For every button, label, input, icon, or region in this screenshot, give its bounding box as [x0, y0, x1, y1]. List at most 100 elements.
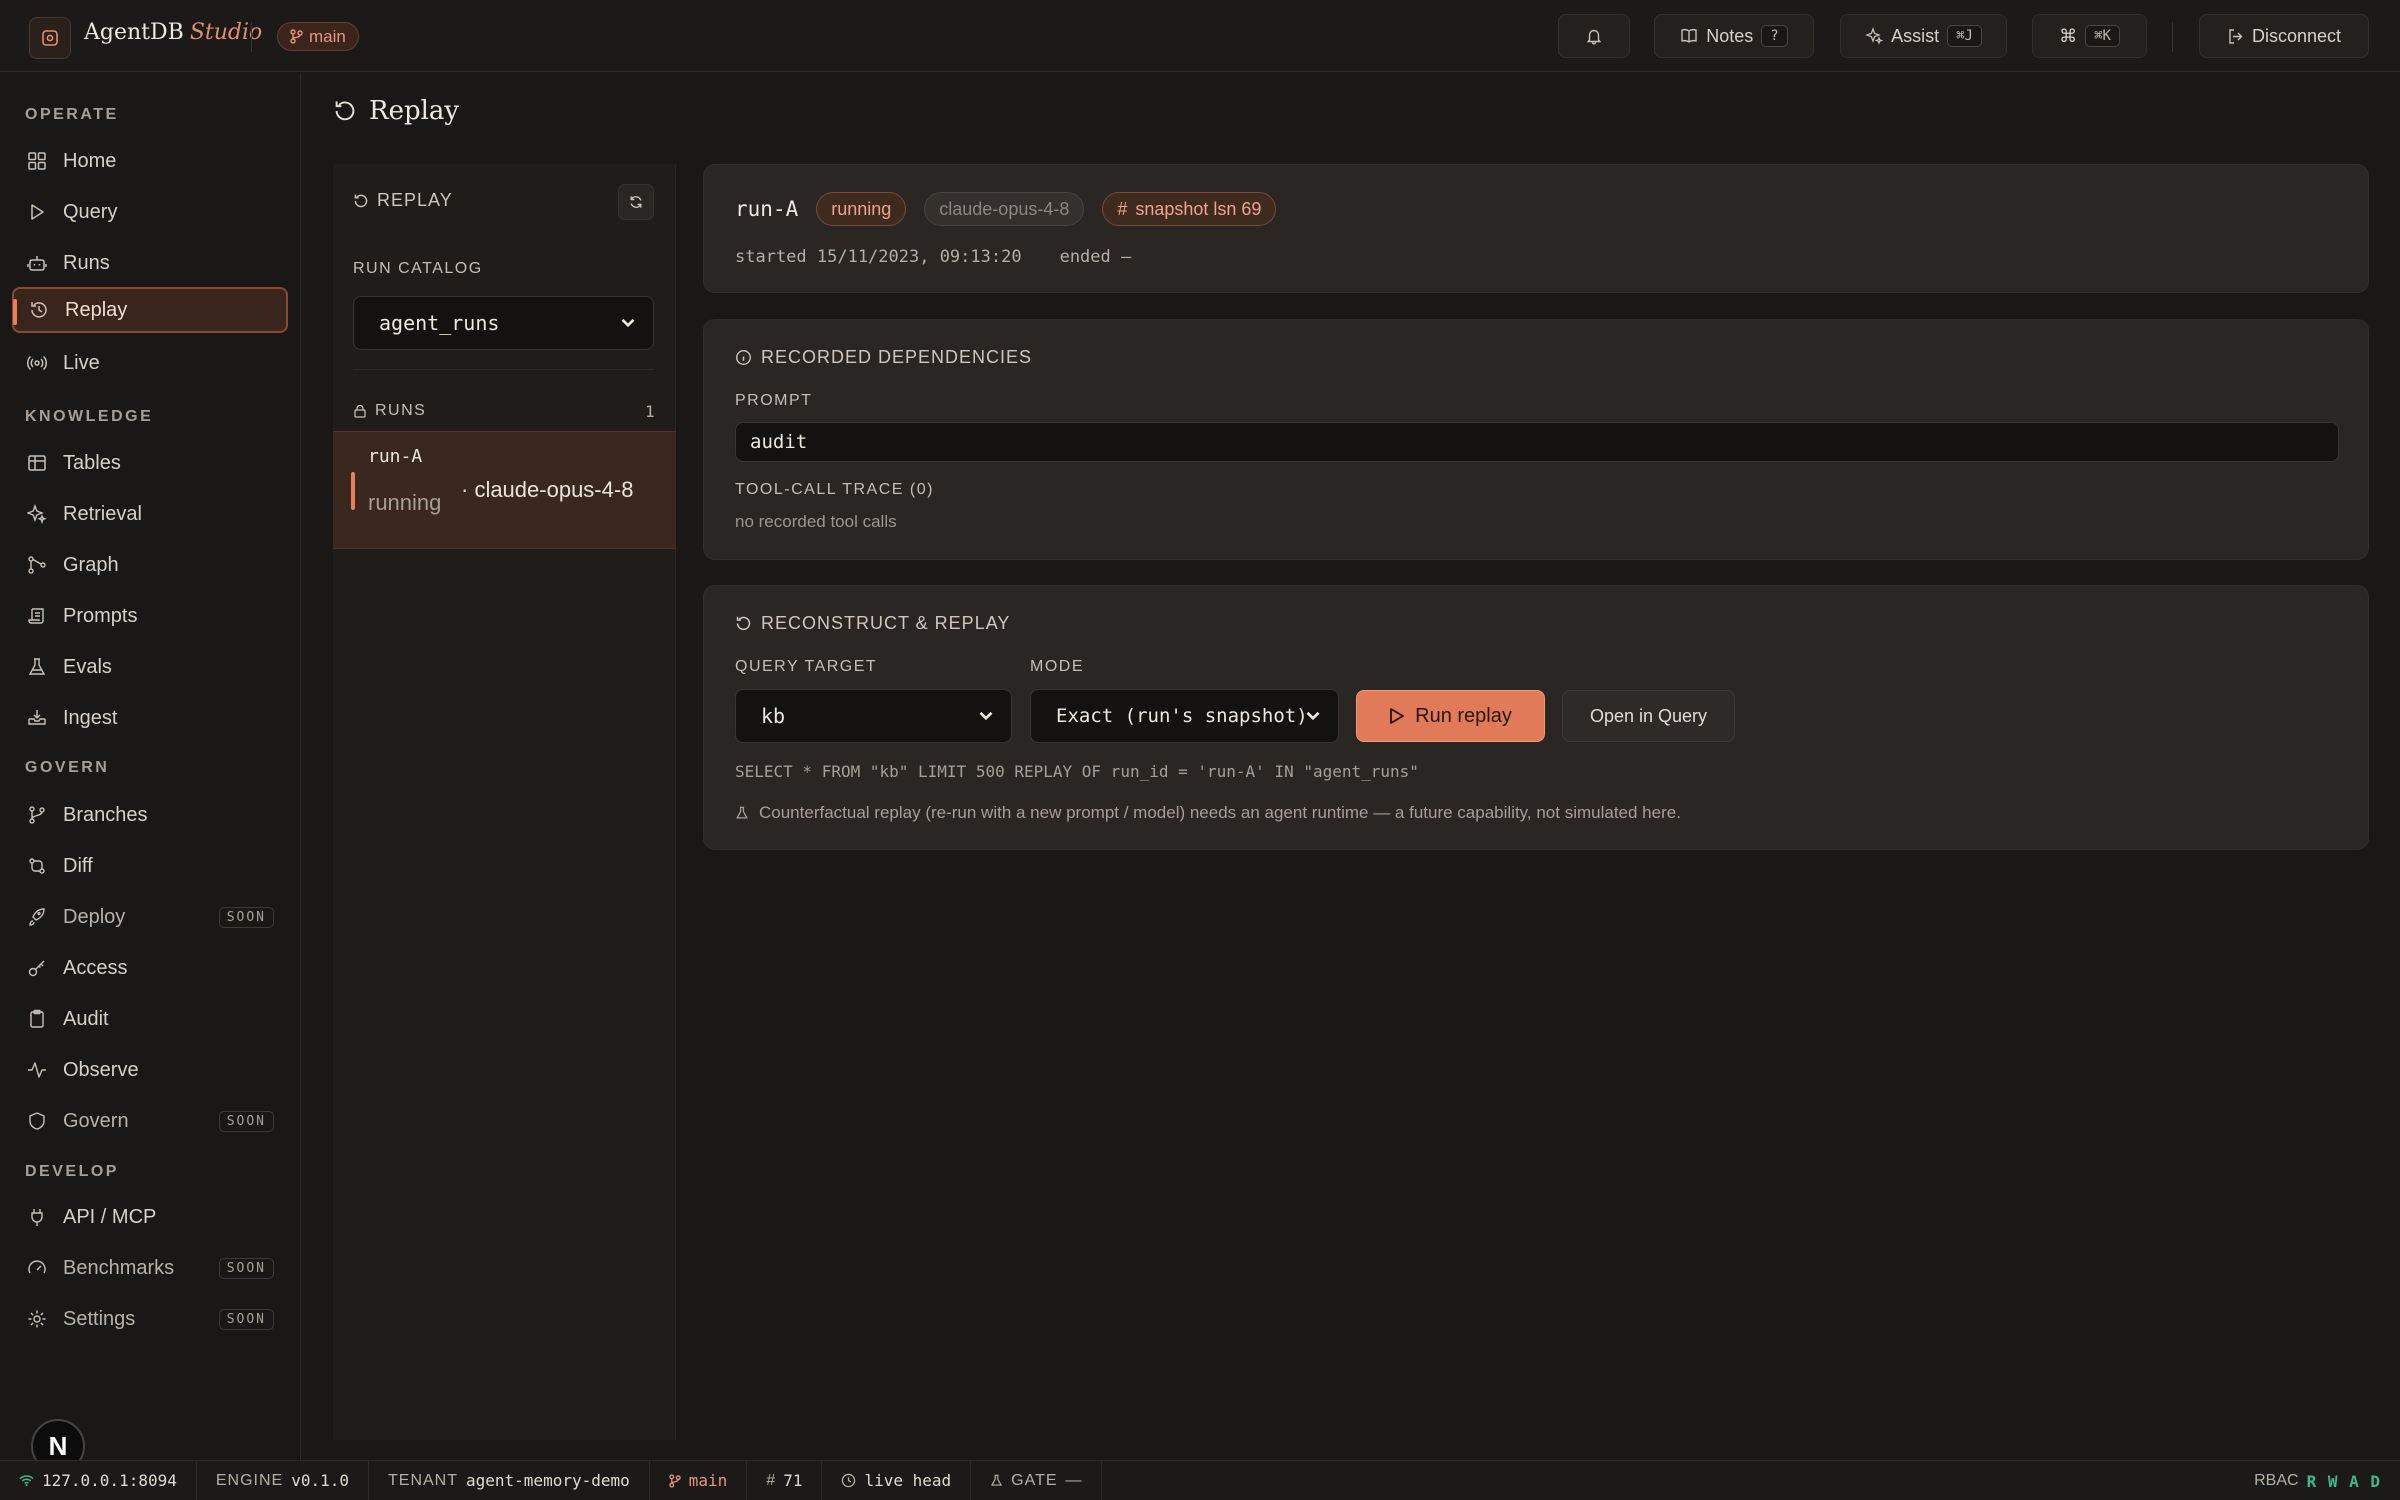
logo-icon[interactable] [29, 17, 71, 59]
panel-header: REPLAY [353, 190, 453, 211]
activity-icon [25, 1058, 49, 1082]
section-govern: GOVERN [25, 759, 110, 776]
sidebar-item-api-mcp[interactable]: API / MCP [12, 1194, 288, 1240]
inbox-icon [25, 706, 49, 730]
plug-icon [25, 1205, 49, 1229]
sidebar-item-settings[interactable]: Settings SOON [12, 1296, 288, 1342]
clipboard-icon [25, 1007, 49, 1031]
sidebar-item-home[interactable]: Home [12, 138, 288, 184]
sidebar-item-deploy[interactable]: Deploy SOON [12, 894, 288, 940]
mode-label: MODE [1030, 658, 1084, 675]
sidebar-item-benchmarks[interactable]: Benchmarks SOON [12, 1245, 288, 1291]
gate-status: GATE — [971, 1460, 1102, 1500]
sidebar-item-replay[interactable]: Replay [12, 287, 288, 333]
hash-icon: # [766, 1471, 776, 1489]
bot-icon [25, 251, 49, 275]
refresh-button[interactable] [618, 184, 654, 220]
runs-label: RUNS [375, 402, 427, 419]
host-address: 127.0.0.1:8094 [42, 1471, 177, 1490]
gear-icon [25, 1307, 49, 1331]
run-model: · claude-opus-4-8 [461, 477, 634, 502]
run-started: started 15/11/2023, 09:13:20 [735, 247, 1022, 267]
catalog-select[interactable]: agent_runs [353, 296, 654, 350]
broadcast-icon [25, 351, 49, 375]
tool-trace-label: TOOL-CALL TRACE (0) [735, 481, 934, 498]
wifi-icon [19, 1475, 34, 1487]
run-status: running [368, 490, 442, 515]
chevron-down-icon [979, 711, 993, 721]
history-icon [335, 101, 355, 121]
disconnect-button[interactable]: Disconnect [2199, 14, 2369, 58]
notes-button[interactable]: Notes ? [1654, 14, 1814, 58]
sidebar-item-live[interactable]: Live [12, 340, 288, 386]
sidebar-item-graph[interactable]: Graph [12, 542, 288, 588]
run-id: run-A [368, 446, 423, 467]
rbac-status: RBAC R W A D [2254, 1461, 2381, 1500]
sidebar-item-label: Tables [63, 451, 121, 474]
shield-icon [25, 1109, 49, 1133]
history-icon [354, 194, 368, 207]
assist-button[interactable]: Assist ⌘J [1840, 14, 2007, 58]
notes-shortcut: ? [1761, 25, 1788, 47]
sidebar-item-evals[interactable]: Evals [12, 644, 288, 690]
runs-count: 1 [645, 402, 655, 421]
app-name: AgentDB [84, 20, 184, 45]
sidebar-item-runs[interactable]: Runs [12, 240, 288, 286]
tenant-info: TENANT agent-memory-demo [369, 1460, 650, 1500]
sparkle-icon [1865, 27, 1884, 45]
sidebar-item-audit[interactable]: Audit [12, 996, 288, 1042]
run-catalog-panel: REPLAY RUN CATALOG agent_runs RUNS 1 run… [333, 164, 676, 1440]
status-bar: 127.0.0.1:8094 ENGINE v0.1.0 TENANT agen… [0, 1460, 2400, 1500]
card-title-text: RECORDED DEPENDENCIES [761, 347, 1033, 367]
gauge-icon [25, 1256, 49, 1280]
query-target-select[interactable]: kb [735, 689, 1012, 743]
mode-value: Exact (run's snapshot) [1056, 705, 1308, 727]
sidebar-item-access[interactable]: Access [12, 945, 288, 991]
flask-icon [991, 1474, 1003, 1486]
book-icon [1681, 29, 1697, 43]
sidebar-item-branches[interactable]: Branches [12, 792, 288, 838]
run-summary-card: run-A running claude-opus-4-8 # snapshot… [703, 164, 2369, 293]
rbac-label: RBAC [2254, 1472, 2299, 1489]
mode-select[interactable]: Exact (run's snapshot) [1030, 689, 1339, 743]
history-icon [736, 616, 751, 631]
sidebar-item-label: Graph [63, 553, 119, 576]
tenant-label: TENANT [388, 1471, 458, 1489]
sidebar-item-observe[interactable]: Observe [12, 1047, 288, 1093]
generated-sql: SELECT * FROM "kb" LIMIT 500 REPLAY OF r… [735, 762, 1419, 781]
disconnect-label: Disconnect [2251, 25, 2342, 46]
assist-label: Assist [1891, 25, 1940, 46]
rbac-value: R W A D [2306, 1471, 2381, 1491]
run-ended: ended — [1059, 247, 1132, 267]
command-shortcut: ⌘K [2085, 25, 2120, 47]
sidebar-item-query[interactable]: Query [12, 189, 288, 235]
sidebar-item-retrieval[interactable]: Retrieval [12, 491, 288, 537]
sidebar-item-ingest[interactable]: Ingest [12, 695, 288, 741]
sidebar-item-govern[interactable]: Govern SOON [12, 1098, 288, 1144]
counterfactual-text: Counterfactual replay (re-run with a new… [759, 803, 1681, 822]
sidebar-item-prompts[interactable]: Prompts [12, 593, 288, 639]
branch-name: main [309, 26, 346, 46]
branch-status[interactable]: main [650, 1460, 748, 1500]
sidebar-item-tables[interactable]: Tables [12, 440, 288, 486]
run-replay-button[interactable]: Run replay [1356, 690, 1545, 742]
command-icon: ⌘ [2059, 25, 2078, 46]
sidebar: OPERATE Home Query Runs Replay Live KNOW… [0, 73, 301, 1460]
card-title: RECORDED DEPENDENCIES [735, 347, 1032, 368]
diff-icon [25, 854, 49, 878]
branch-selector[interactable]: main [277, 22, 359, 51]
head-value: live head [864, 1471, 952, 1490]
command-palette-button[interactable]: ⌘ ⌘K [2032, 14, 2147, 58]
sidebar-item-diff[interactable]: Diff [12, 843, 288, 889]
run-list-item[interactable]: run-A running · claude-opus-4-8 [333, 431, 676, 549]
section-develop: DEVELOP [25, 1163, 119, 1180]
section-operate: OPERATE [25, 106, 119, 123]
page-title-text: Replay [369, 96, 460, 126]
connection-status: 127.0.0.1:8094 [0, 1460, 197, 1500]
key-icon [25, 956, 49, 980]
open-in-query-button[interactable]: Open in Query [1562, 690, 1735, 742]
recorded-dependencies-card: RECORDED DEPENDENCIES PROMPT audit TOOL-… [703, 319, 2369, 560]
sidebar-item-label: Branches [63, 803, 148, 826]
notifications-button[interactable] [1558, 14, 1630, 58]
flask-icon [25, 655, 49, 679]
